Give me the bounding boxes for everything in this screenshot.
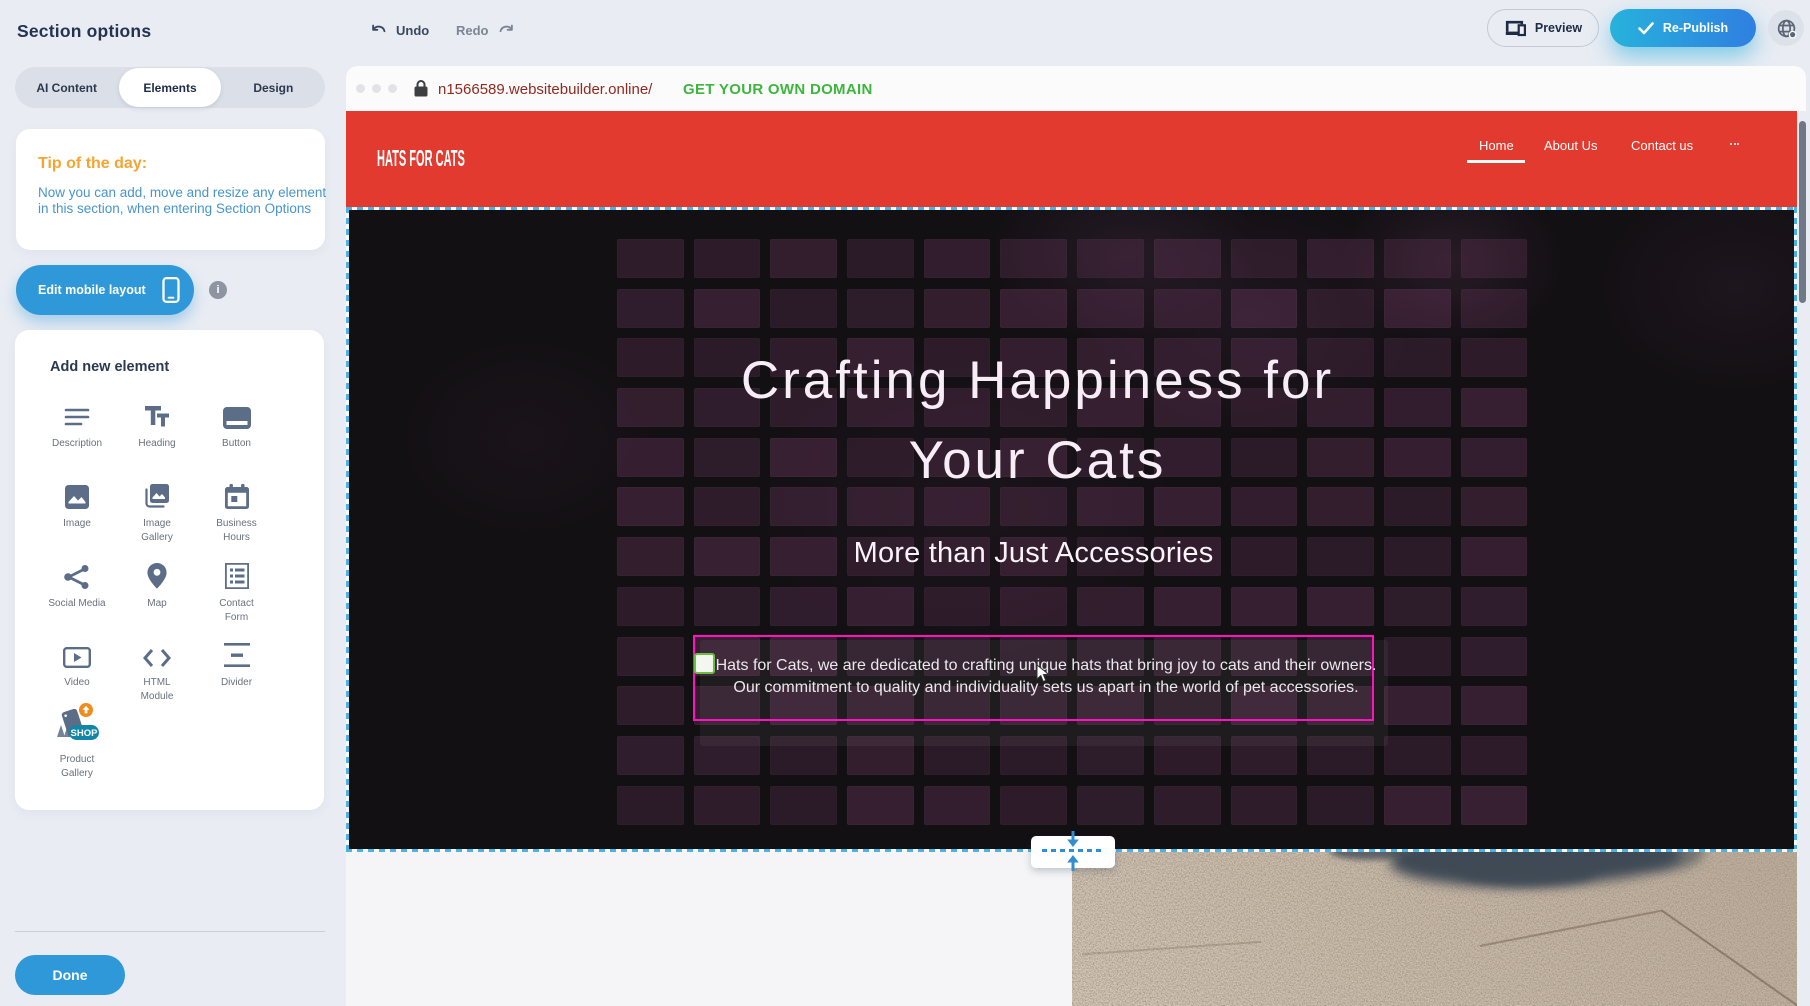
svg-text:SHOP: SHOP [71, 728, 99, 739]
